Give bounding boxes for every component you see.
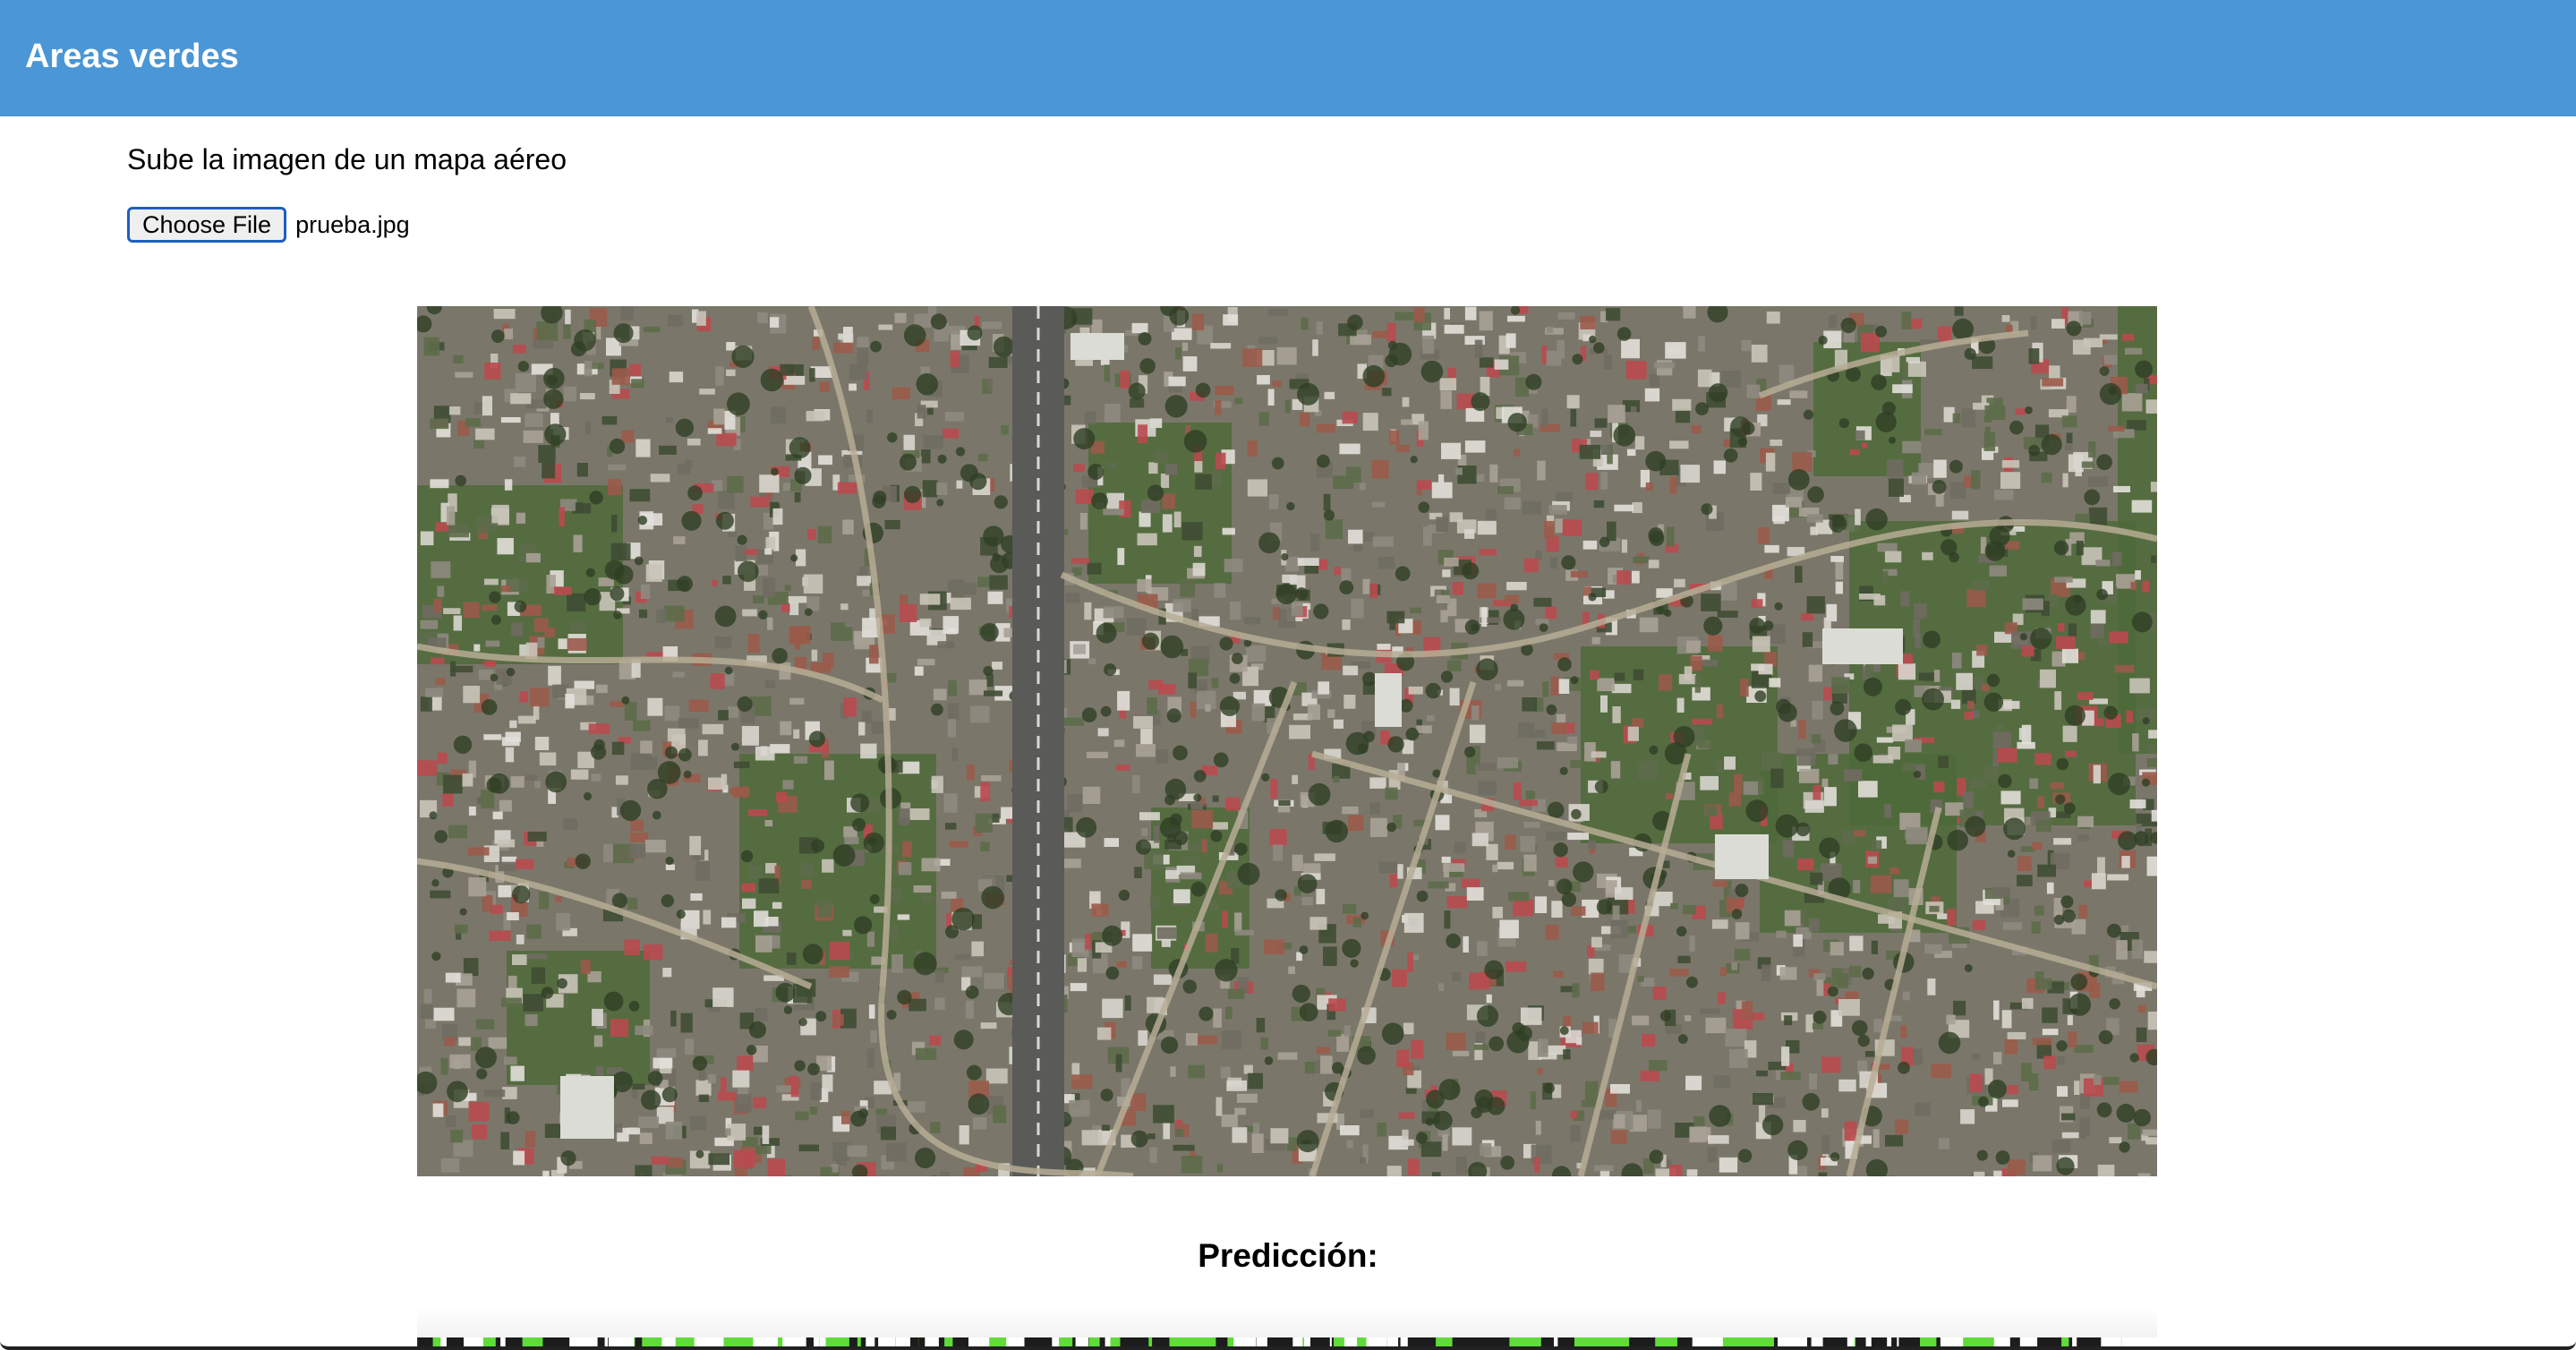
prediction-mask-image	[417, 1337, 2157, 1350]
choose-file-button[interactable]: Choose File	[127, 207, 287, 243]
selected-file-name: prueba.jpg	[295, 210, 410, 238]
upload-prompt: Sube la imagen de un mapa aéreo	[127, 143, 567, 175]
file-input[interactable]: Choose File prueba.jpg	[127, 206, 410, 244]
top-bar: Areas verdes	[0, 0, 2576, 116]
app-title: Areas verdes	[25, 38, 239, 75]
page: Areas verdes Sube la imagen de un mapa a…	[0, 0, 2576, 1350]
prediction-title: Predicción:	[1198, 1237, 1378, 1274]
aerial-map-image	[417, 306, 2157, 1176]
